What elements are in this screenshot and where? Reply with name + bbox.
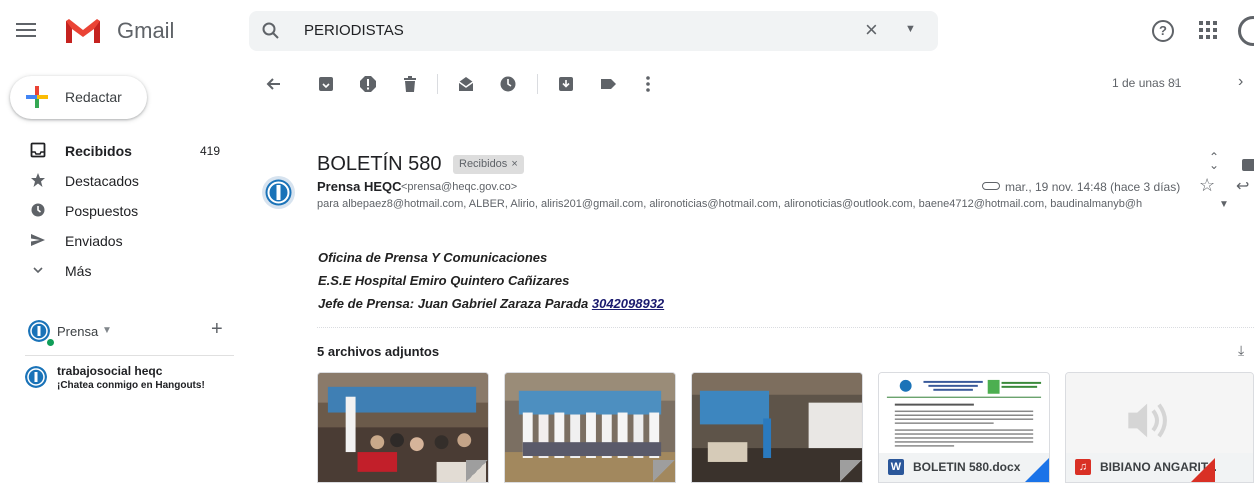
classroom-photo	[318, 373, 488, 482]
search-bar[interactable]: PERIODISTAS × ▼	[249, 11, 938, 51]
presentation-photo	[692, 373, 862, 482]
attachment-docx[interactable]: W BOLETIN 580.docx	[878, 372, 1050, 483]
sender-avatar[interactable]	[262, 176, 295, 209]
message-date: mar., 19 nov. 14:48 (hace 3 días)	[1005, 180, 1181, 194]
attachment-icon	[982, 182, 1000, 190]
sidebar-item-label: Destacados	[65, 173, 139, 189]
page-fold-icon	[653, 460, 675, 482]
hangouts-user-name[interactable]: Prensa	[57, 324, 98, 339]
recipients-line: para albepaez8@hotmail.com, ALBER, Aliri…	[317, 198, 1143, 210]
chevron-left-icon[interactable]: ‹	[1173, 73, 1178, 91]
contact-name[interactable]: trabajosocial heqc	[57, 364, 162, 378]
show-details-icon[interactable]: ▼	[1219, 199, 1229, 210]
clear-search-icon[interactable]: ×	[865, 17, 878, 43]
message-toolbar: 1 de unas 81 ‹ ›	[260, 68, 1254, 100]
unread-count: 419	[200, 144, 221, 158]
apps-grid-icon[interactable]	[1199, 21, 1217, 39]
compose-plus-icon	[26, 86, 48, 108]
hangouts-divider	[25, 355, 234, 356]
delete-icon[interactable]	[400, 74, 420, 94]
clock-icon	[31, 203, 45, 217]
file-type-corner	[1025, 458, 1049, 482]
remove-label-icon[interactable]: ×	[511, 158, 517, 170]
label-chip-text: Recibidos	[459, 158, 508, 170]
back-arrow-icon[interactable]	[264, 74, 284, 94]
phone-link[interactable]: 3042098932	[592, 296, 664, 311]
download-all-icon[interactable]: ⤓	[1238, 342, 1244, 359]
sidebar-item-label: Más	[65, 263, 92, 279]
sidebar-item-inbox[interactable]: Recibidos 419	[0, 135, 240, 165]
signature-line-2: E.S.E Hospital Emiro Quintero Cañizares	[318, 273, 570, 288]
new-conversation-icon[interactable]: +	[211, 318, 223, 341]
page-fold-icon	[840, 460, 862, 482]
reply-icon[interactable]: ↩	[1236, 176, 1249, 196]
label-chip[interactable]: Recibidos ×	[453, 155, 524, 174]
account-avatar[interactable]	[1238, 16, 1254, 46]
gmail-logo-icon[interactable]	[64, 17, 102, 45]
signature-text: Jefe de Prensa: Juan Gabriel Zaraza Para…	[318, 296, 592, 311]
file-name-bar: W BOLETIN 580.docx	[879, 453, 1049, 482]
star-icon	[31, 173, 45, 187]
mark-unread-icon[interactable]	[456, 74, 476, 94]
more-options-icon[interactable]	[638, 74, 658, 94]
file-name-bar: ♫ BIBIANO ANGARIT...	[1066, 453, 1253, 482]
audio-file-icon: ♫	[1075, 459, 1091, 475]
expand-all-icon[interactable]: ⌃ ⌄	[1209, 151, 1219, 171]
online-status-icon	[46, 338, 55, 347]
sender-name[interactable]: Prensa HEQC	[317, 179, 402, 194]
message-subject: BOLETÍN 580	[317, 153, 442, 175]
report-spam-icon[interactable]	[358, 74, 378, 94]
print-icon[interactable]	[1242, 159, 1254, 171]
signature-line-1: Oficina de Prensa Y Comunicaciones	[318, 250, 548, 265]
attachments-divider	[317, 327, 1254, 328]
inbox-icon	[30, 142, 46, 158]
search-input[interactable]: PERIODISTAS	[304, 22, 404, 39]
app-title: Gmail	[117, 18, 175, 43]
search-icon[interactable]	[261, 21, 281, 41]
sender-email: <prensa@heqc.gov.co>	[401, 181, 518, 193]
compose-button[interactable]: Redactar	[10, 76, 147, 119]
sidebar-item-sent[interactable]: Enviados	[0, 225, 240, 255]
compose-label: Redactar	[65, 89, 122, 105]
sidebar-item-label: Recibidos	[65, 143, 132, 159]
sidebar-item-snoozed[interactable]: Pospuestos	[0, 195, 240, 225]
toolbar-divider	[537, 74, 538, 94]
contact-avatar[interactable]	[25, 366, 47, 388]
snooze-clock-icon[interactable]	[498, 74, 518, 94]
toolbar-divider	[437, 74, 438, 94]
sidebar-item-more[interactable]: Más	[0, 255, 240, 285]
label-tag-icon[interactable]	[598, 74, 618, 94]
chevron-down-icon	[33, 267, 43, 274]
word-doc-icon: W	[888, 459, 904, 475]
sidebar-item-starred[interactable]: Destacados	[0, 165, 240, 195]
pagination-text: 1 de unas 81	[1112, 76, 1182, 90]
search-options-icon[interactable]: ▼	[905, 23, 916, 35]
attachments-title: 5 archivos adjuntos	[317, 344, 440, 359]
signature-line-3: Jefe de Prensa: Juan Gabriel Zaraza Para…	[318, 296, 664, 311]
top-bar: Gmail PERIODISTAS × ▼ ?	[0, 0, 1254, 64]
chevron-right-icon[interactable]: ›	[1238, 73, 1243, 91]
send-icon	[31, 234, 45, 246]
help-icon[interactable]: ?	[1152, 20, 1174, 42]
sidebar-nav: Recibidos 419 Destacados Pospuestos Envi…	[0, 135, 240, 285]
attachment-photo-1[interactable]	[317, 372, 489, 483]
page-fold-icon	[466, 460, 488, 482]
move-to-icon[interactable]	[556, 74, 576, 94]
sidebar-item-label: Enviados	[65, 233, 123, 249]
attachment-photo-3[interactable]	[691, 372, 863, 483]
file-type-corner	[1191, 458, 1215, 482]
star-icon[interactable]: ☆	[1199, 175, 1215, 196]
contact-status: ¡Chatea conmigo en Hangouts!	[57, 380, 205, 391]
attachment-photo-2[interactable]	[504, 372, 676, 483]
main-menu-icon[interactable]	[16, 20, 36, 40]
hangouts-status-caret-icon[interactable]: ▼	[102, 325, 112, 336]
group-photo	[505, 373, 675, 482]
archive-icon[interactable]	[316, 74, 336, 94]
file-name: BOLETIN 580.docx	[913, 460, 1021, 474]
sidebar-item-label: Pospuestos	[65, 203, 139, 219]
attachment-audio[interactable]: ♫ BIBIANO ANGARIT...	[1065, 372, 1254, 483]
